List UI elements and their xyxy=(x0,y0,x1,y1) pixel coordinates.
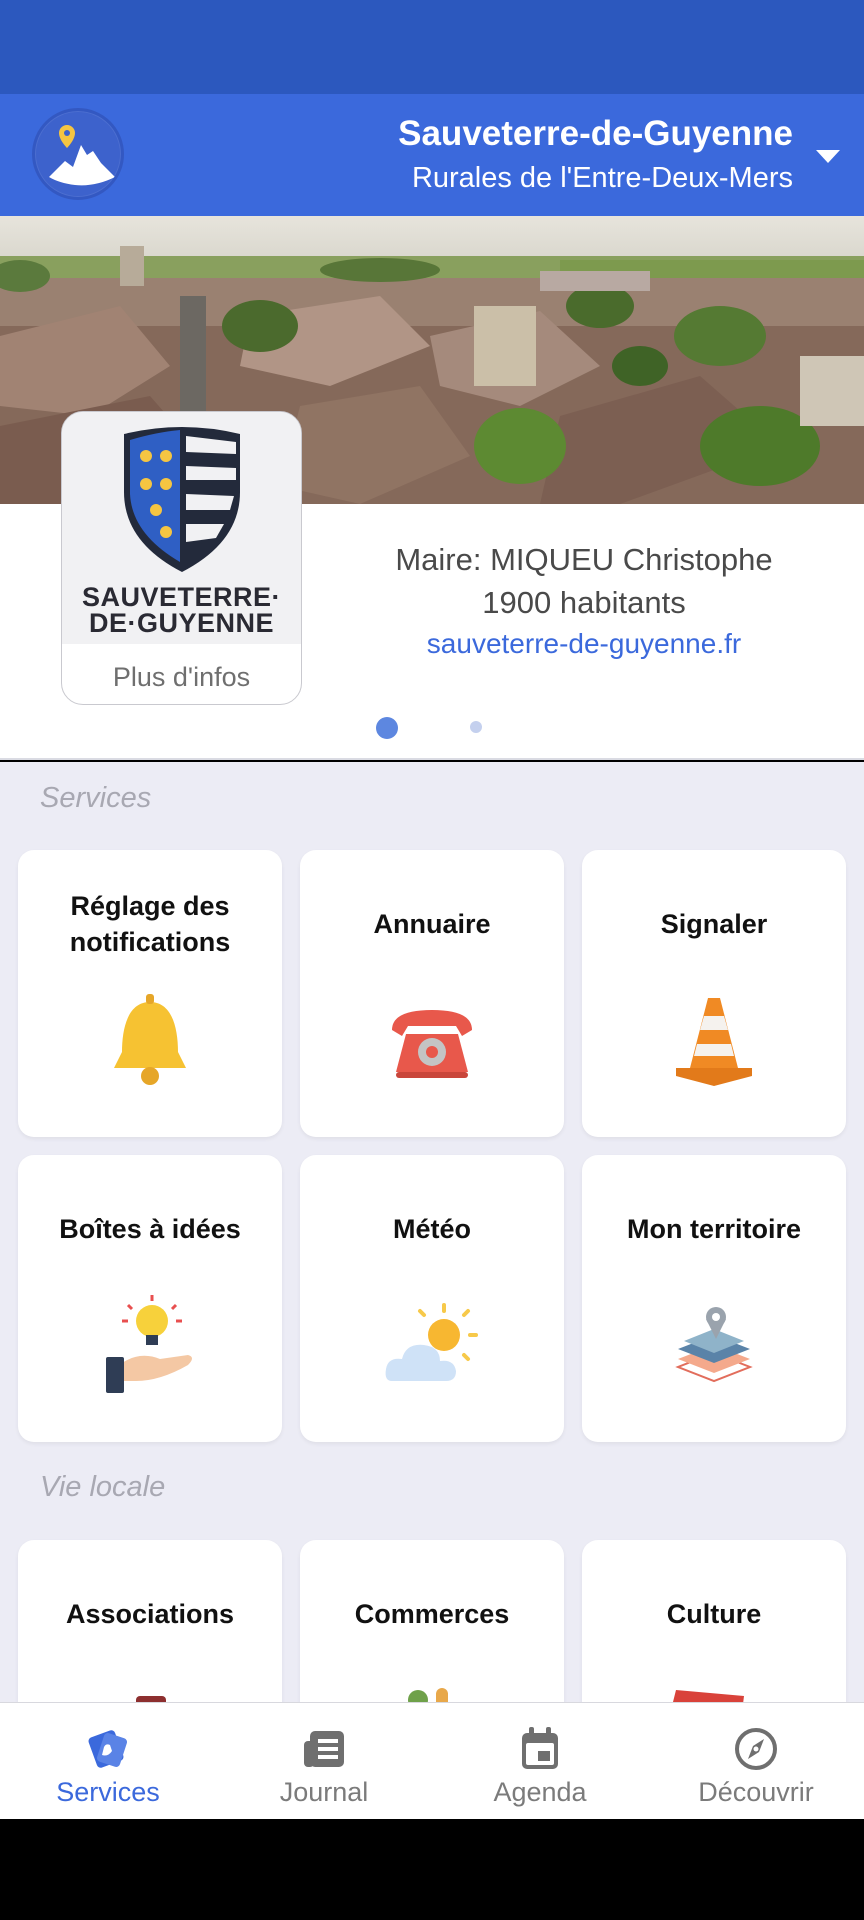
traffic-cone-icon xyxy=(664,990,764,1090)
tile-idees[interactable]: Boîtes à idées xyxy=(18,1155,282,1442)
bottom-navigation: Services Journal Agenda Découvrir xyxy=(0,1702,864,1819)
municipality-title: Sauveterre-de-Guyenne xyxy=(398,114,793,153)
tile-label: Associations xyxy=(65,1599,235,1629)
population-text: 1900 habitants xyxy=(482,585,686,620)
tile-label: Réglage des notifications xyxy=(69,891,231,957)
commune-crest-card[interactable]: SAUVETERRE· DE·GUYENNE Plus d'infos xyxy=(61,411,302,705)
tile-label: Commerces xyxy=(354,1599,510,1629)
tile-annuaire[interactable]: Annuaire xyxy=(300,850,564,1137)
municipality-subtitle: Rurales de l'Entre-Deux-Mers xyxy=(411,162,793,194)
services-content[interactable]: Services Réglage des notifications Annua… xyxy=(0,762,864,1702)
carousel-dot-active[interactable] xyxy=(376,717,398,739)
system-navigation-bar xyxy=(0,1819,864,1920)
tile-label: Mon territoire xyxy=(626,1214,801,1244)
tile-label: Météo xyxy=(392,1214,471,1244)
tile-label: Boîtes à idées xyxy=(59,1214,241,1244)
more-info-label: Plus d'infos xyxy=(112,662,251,692)
app-header: Sauveterre-de-Guyenne Rurales de l'Entre… xyxy=(0,94,864,216)
telephone-icon xyxy=(382,990,482,1090)
nav-tab-services[interactable]: Services xyxy=(0,1703,216,1820)
section-title-services: Services xyxy=(40,782,152,814)
nav-label: Journal xyxy=(279,1777,369,1807)
lightbulb-hand-icon xyxy=(100,1295,200,1395)
tile-territoire[interactable]: Mon territoire xyxy=(582,1155,846,1442)
tile-associations[interactable]: Associations xyxy=(18,1540,282,1702)
chevron-down-icon[interactable] xyxy=(816,150,840,163)
nav-label: Découvrir xyxy=(698,1777,814,1807)
map-layers-icon xyxy=(664,1295,764,1395)
bell-icon xyxy=(100,990,200,1090)
shopping-bag-icon xyxy=(382,1688,482,1702)
nav-label: Agenda xyxy=(493,1777,587,1807)
carousel-dot[interactable] xyxy=(470,721,482,733)
nav-tab-journal[interactable]: Journal xyxy=(216,1703,432,1820)
commune-crest-image: SAUVETERRE· DE·GUYENNE xyxy=(62,412,301,644)
calendar-icon xyxy=(518,1727,562,1771)
compass-icon xyxy=(734,1727,778,1771)
sun-cloud-icon xyxy=(382,1295,482,1395)
tile-label: Signaler xyxy=(660,909,768,939)
mayor-text: Maire: MIQUEU Christophe xyxy=(395,542,773,577)
tile-label: Annuaire xyxy=(373,909,491,939)
culture-icon xyxy=(664,1688,764,1702)
crest-text-line2: DE·GUYENNE xyxy=(88,608,275,638)
tile-signaler[interactable]: Signaler xyxy=(582,850,846,1137)
nav-tab-decouvrir[interactable]: Découvrir xyxy=(648,1703,864,1820)
nav-tab-agenda[interactable]: Agenda xyxy=(432,1703,648,1820)
tile-commerces[interactable]: Commerces xyxy=(300,1540,564,1702)
town-pin-logo-icon[interactable] xyxy=(32,108,124,200)
tile-meteo[interactable]: Météo xyxy=(300,1155,564,1442)
services-icon xyxy=(86,1727,130,1771)
tile-notifications[interactable]: Réglage des notifications xyxy=(18,850,282,1137)
section-title-vie-locale: Vie locale xyxy=(40,1471,166,1503)
status-bar xyxy=(0,0,864,94)
tile-label: Culture xyxy=(666,1599,762,1629)
nav-label: Services xyxy=(56,1777,160,1807)
newspaper-icon xyxy=(302,1727,346,1771)
tile-culture[interactable]: Culture xyxy=(582,1540,846,1702)
website-link[interactable]: sauveterre-de-guyenne.fr xyxy=(330,628,838,660)
